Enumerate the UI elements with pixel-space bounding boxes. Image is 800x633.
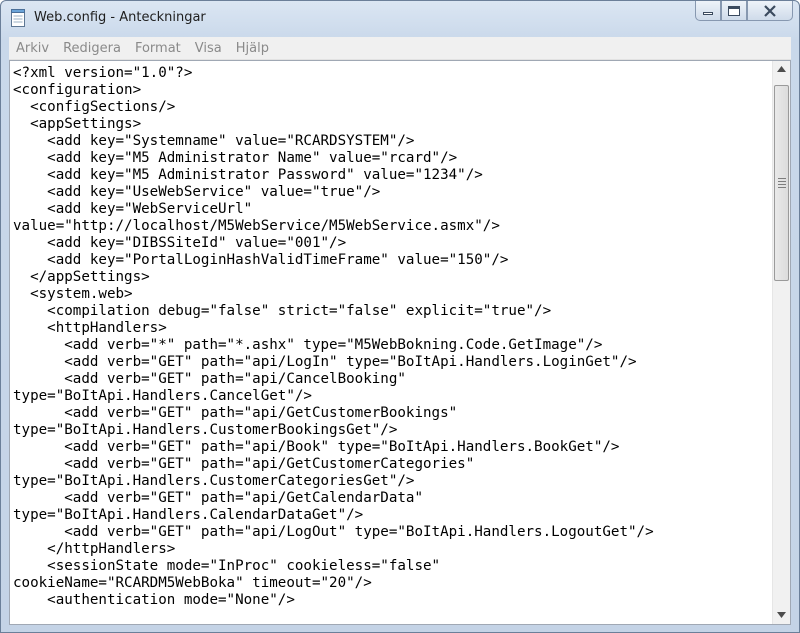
text-line: <compilation debug="false" strict="false… <box>13 303 552 319</box>
window-title: Web.config - Anteckningar <box>34 10 206 25</box>
text-line: <?xml version="1.0"?> <box>13 65 193 81</box>
close-button[interactable] <box>747 1 793 21</box>
scroll-up-button[interactable] <box>773 61 790 78</box>
close-icon <box>764 4 776 17</box>
text-line: <add key="PortalLoginHashValidTimeFrame"… <box>13 252 509 268</box>
text-line: <authentication mode="None"/> <box>13 592 295 608</box>
scrollbar-thumb[interactable] <box>774 85 789 281</box>
text-line: type="BoItApi.Handlers.CustomerBookingsG… <box>13 422 398 438</box>
text-line: <httpHandlers> <box>13 320 167 336</box>
text-line: <add verb="GET" path="api/GetCalendarDat… <box>13 490 423 506</box>
text-line: <add verb="GET" path="api/GetCustomerBoo… <box>13 405 458 421</box>
text-line: <add verb="*" path="*.ashx" type="M5WebB… <box>13 337 603 353</box>
window-controls <box>695 1 793 23</box>
text-line: </appSettings> <box>13 269 150 285</box>
text-line: <add verb="GET" path="api/CancelBooking" <box>13 371 406 387</box>
arrow-down-icon <box>777 612 786 618</box>
text-editor[interactable]: <?xml version="1.0"?> <configuration> <c… <box>9 60 791 625</box>
minimize-icon <box>703 11 713 15</box>
text-line: <add key="M5 Administrator Name" value="… <box>13 150 458 166</box>
menu-arkiv[interactable]: Arkiv <box>9 41 56 56</box>
text-line: value="http://localhost/M5WebService/M5W… <box>13 218 500 234</box>
notepad-window: Web.config - Anteckningar Arkiv Redigera… <box>0 0 800 633</box>
text-line: <add key="WebServiceUrl" <box>13 201 253 217</box>
document-text[interactable]: <?xml version="1.0"?> <configuration> <c… <box>13 65 769 617</box>
minimize-button[interactable] <box>695 1 721 21</box>
text-line: type="BoItApi.Handlers.CancelGet"/> <box>13 388 312 404</box>
menu-format[interactable]: Format <box>128 41 188 56</box>
menu-bar: Arkiv Redigera Format Visa Hjälp <box>9 37 791 60</box>
text-line: <system.web> <box>13 286 133 302</box>
text-line: <appSettings> <box>13 116 142 132</box>
text-line: <add key="M5 Administrator Password" val… <box>13 167 483 183</box>
text-line: <configuration> <box>13 82 142 98</box>
text-line: type="BoItApi.Handlers.CustomerCategorie… <box>13 473 415 489</box>
text-line: <configSections/> <box>13 99 176 115</box>
text-line: <add verb="GET" path="api/LogIn" type="B… <box>13 354 637 370</box>
vertical-scrollbar[interactable] <box>772 61 790 624</box>
text-line: <add key="Systemname" value="RCARDSYSTEM… <box>13 133 415 149</box>
menu-visa[interactable]: Visa <box>188 41 229 56</box>
text-line: cookieName="RCARDM5WebBoka" timeout="20"… <box>13 575 372 591</box>
text-line: <add verb="GET" path="api/GetCustomerCat… <box>13 456 475 472</box>
text-line: <add verb="GET" path="api/Book" type="Bo… <box>13 439 620 455</box>
maximize-button[interactable] <box>721 1 747 21</box>
menu-hjalp[interactable]: Hjälp <box>229 41 276 56</box>
text-line: type="BoItApi.Handlers.CalendarDataGet"/… <box>13 507 364 523</box>
title-bar[interactable]: Web.config - Anteckningar <box>1 1 799 35</box>
notepad-icon <box>11 9 26 27</box>
maximize-icon <box>728 5 740 16</box>
arrow-up-icon <box>777 66 786 72</box>
text-line: <add key="DIBSSiteId" value="001"/> <box>13 235 347 251</box>
text-line: <add verb="GET" path="api/LogOut" type="… <box>13 524 654 540</box>
scroll-down-button[interactable] <box>773 607 790 624</box>
menu-redigera[interactable]: Redigera <box>56 41 128 56</box>
text-line: <add key="UseWebService" value="true"/> <box>13 184 381 200</box>
text-line: </httpHandlers> <box>13 541 176 557</box>
text-line: <sessionState mode="InProc" cookieless="… <box>13 558 441 574</box>
grip-icon <box>778 178 786 190</box>
